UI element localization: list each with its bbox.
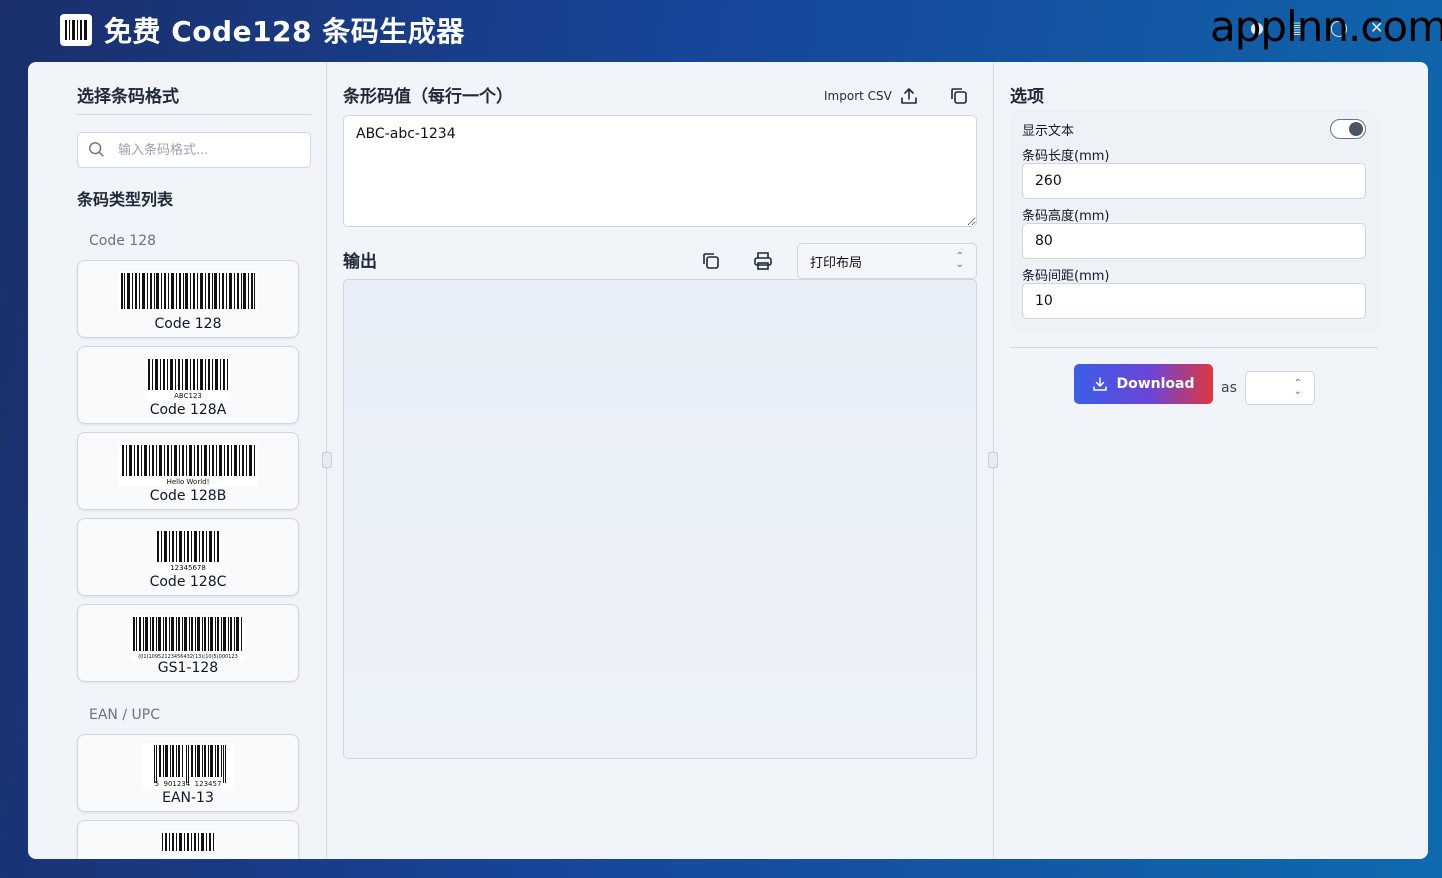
barcode-preview	[160, 831, 216, 851]
options-panel: 选项 显示文本 条码长度(mm) 条码高度(mm) 条码间距(mm) Downl…	[994, 62, 1428, 859]
barcode-name: EAN-13	[162, 790, 214, 806]
barcode-preview: 12345678	[154, 529, 222, 573]
as-label: as	[1221, 380, 1237, 396]
barcode-name: GS1-128	[157, 660, 219, 676]
upload-icon[interactable]	[897, 84, 921, 108]
format-search[interactable]	[77, 132, 311, 168]
toggle-knob	[1349, 122, 1363, 136]
barcode-preview: ABC123	[145, 357, 231, 401]
barcode-name: Code 128	[154, 316, 222, 332]
group-label-code128: Code 128	[89, 233, 157, 249]
print-layout-value: 打印布局	[810, 255, 863, 271]
input-title: 条形码值（每行一个）	[343, 87, 513, 107]
barcode-preview: (01)10952123456432(13)(10)5(000123	[130, 615, 246, 661]
brand-watermark: applnn.com	[1210, 2, 1442, 51]
spacing-label: 条码间距(mm)	[1022, 269, 1110, 284]
format-select[interactable]: ⌃ ⌄	[1245, 371, 1315, 405]
barcode-name: Code 128C	[149, 574, 227, 590]
search-input[interactable]	[118, 142, 298, 158]
barcode-option-gs1-128[interactable]: (01)10952123456432(13)(10)5(000123 GS1-1…	[77, 604, 299, 682]
show-text-toggle[interactable]	[1330, 119, 1366, 139]
height-input[interactable]	[1022, 223, 1366, 259]
barcode-name: Code 128B	[149, 488, 227, 504]
copy-output-icon[interactable]	[699, 249, 723, 273]
barcode-caption: 12345678	[170, 564, 206, 572]
barcode-name: Code 128A	[149, 402, 227, 418]
length-label: 条码长度(mm)	[1022, 149, 1110, 164]
barcode-logo-icon	[60, 14, 92, 46]
spacing-input[interactable]	[1022, 283, 1366, 319]
download-button[interactable]: Download	[1074, 364, 1213, 404]
length-input[interactable]	[1022, 163, 1366, 199]
print-icon[interactable]	[751, 249, 775, 273]
output-preview	[343, 279, 977, 759]
list-title: 条码类型列表	[77, 190, 174, 209]
barcode-caption: 5 901234 123457	[155, 780, 222, 788]
barcode-preview: Hello World!	[118, 443, 258, 487]
copy-input-icon[interactable]	[947, 84, 971, 108]
height-label: 条码高度(mm)	[1022, 209, 1110, 224]
group-label-ean-upc: EAN / UPC	[89, 707, 160, 723]
main-card: 选择条码格式 条码类型列表 Code 128	[28, 62, 1428, 859]
print-layout-select[interactable]: 打印布局 ⌃ ⌄	[797, 243, 977, 279]
show-text-label: 显示文本	[1022, 124, 1075, 139]
barcode-values-input[interactable]: ABC-abc-1234	[343, 115, 977, 227]
chevron-updown-icon: ⌃ ⌄	[1293, 378, 1302, 397]
search-icon	[89, 142, 104, 157]
page-title: 免费 Code128 条码生成器	[104, 15, 465, 48]
barcode-caption: Hello World!	[167, 478, 210, 486]
barcode-option-code128a[interactable]: ABC123 Code 128A	[77, 346, 299, 424]
barcode-option-code128b[interactable]: Hello World! Code 128B	[77, 432, 299, 510]
options-title: 选项	[1010, 87, 1044, 107]
chevron-updown-icon: ⌃ ⌄	[955, 251, 964, 270]
download-icon	[1093, 377, 1108, 391]
input-output-panel: 条形码值（每行一个） Import CSV ABC-abc-1234 输出 打印…	[327, 62, 994, 859]
barcode-option-code128[interactable]: Code 128	[77, 260, 299, 338]
barcode-option-ean13[interactable]: 5 901234 123457 EAN-13	[77, 734, 299, 812]
barcode-option-code128c[interactable]: 12345678 Code 128C	[77, 518, 299, 596]
import-csv-button[interactable]: Import CSV	[824, 89, 892, 103]
divider	[77, 114, 311, 115]
divider	[1010, 347, 1378, 348]
format-panel: 选择条码格式 条码类型列表 Code 128	[28, 62, 327, 859]
barcode-preview: 5 901234 123457	[142, 743, 234, 789]
app-header: 免费 Code128 条码生成器 ● ▤ ◯ ✕ applnn.com	[0, 0, 1442, 62]
barcode-caption: ABC123	[174, 392, 202, 400]
format-panel-title: 选择条码格式	[77, 87, 179, 107]
download-label: Download	[1116, 376, 1195, 392]
barcode-preview	[118, 271, 258, 311]
barcode-option-partial[interactable]	[77, 820, 299, 859]
output-title: 输出	[343, 252, 377, 272]
